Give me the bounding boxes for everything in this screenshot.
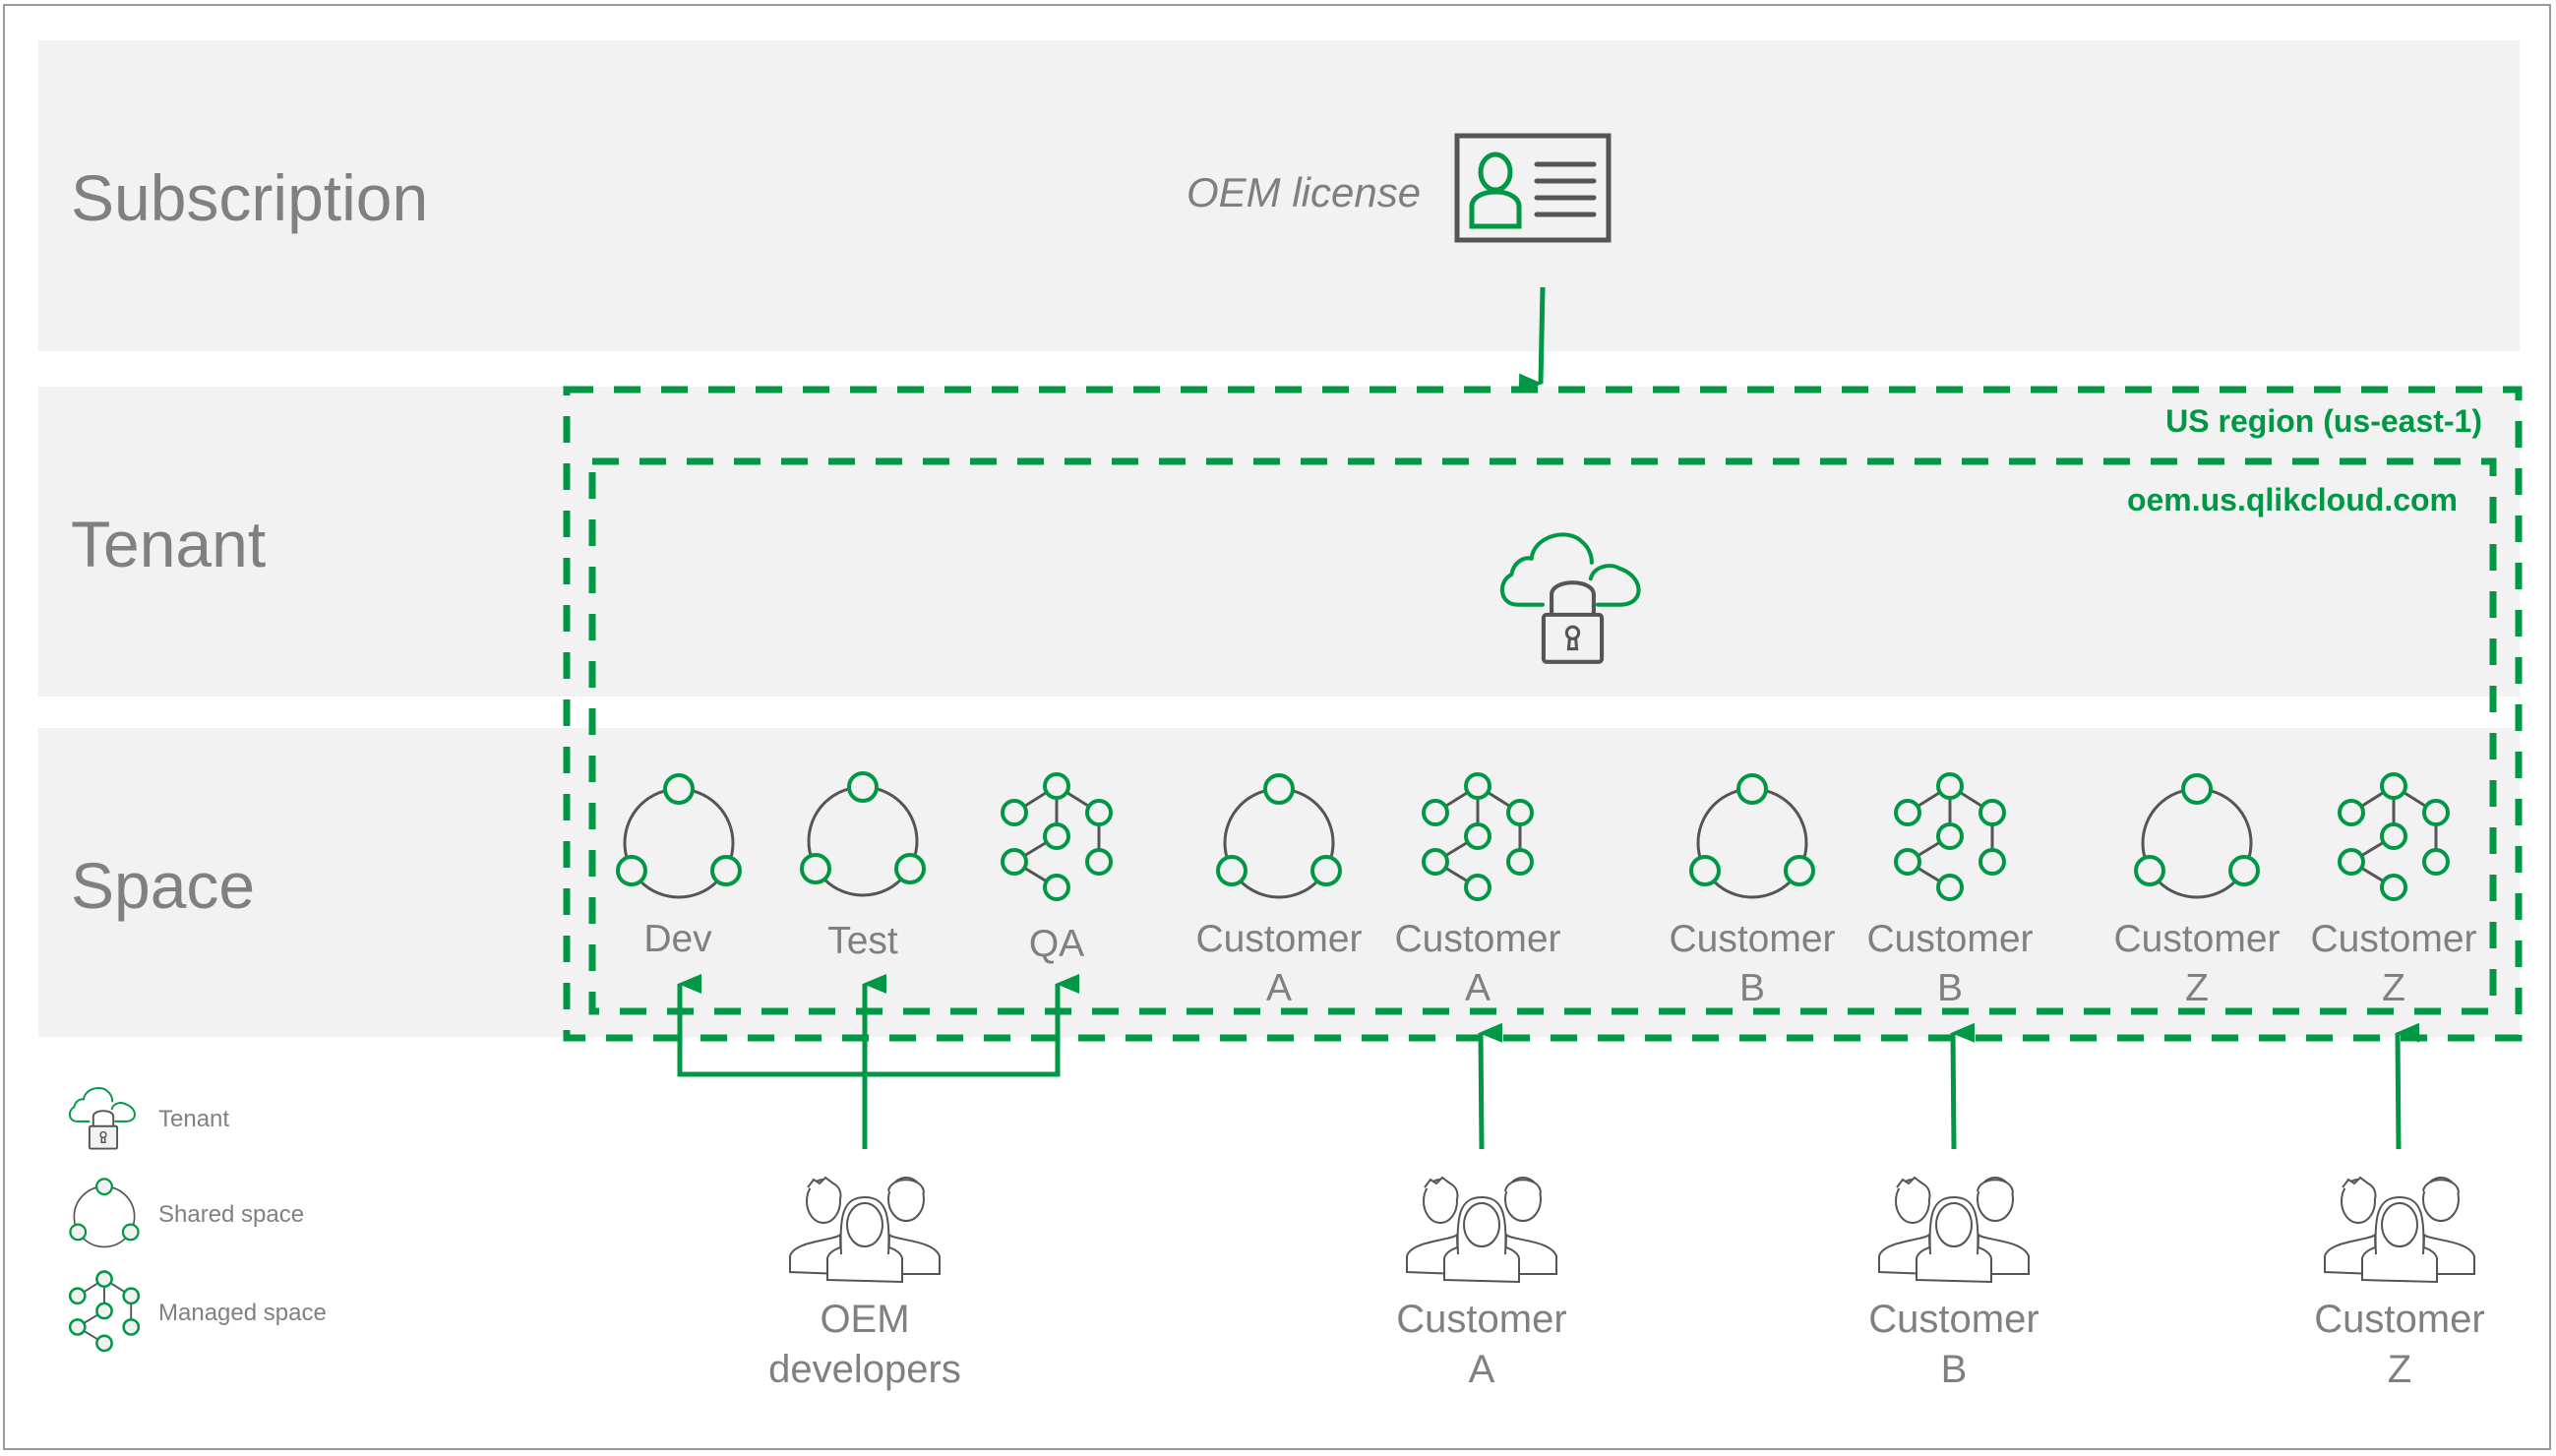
managed-space-icon xyxy=(2335,771,2453,909)
managed-space-icon xyxy=(1419,771,1537,909)
space-label-line2: A xyxy=(1464,967,1491,1009)
id-card-icon xyxy=(1454,133,1612,243)
users-group-icon xyxy=(2321,1176,2478,1284)
shared-space-icon xyxy=(1210,769,1348,907)
group-label-line1: OEM xyxy=(820,1298,910,1341)
space-label-line2: B xyxy=(1738,967,1765,1009)
space-label-line1: Customer xyxy=(2113,918,2281,960)
shared-space-icon xyxy=(1683,769,1821,907)
users-group-icon xyxy=(1403,1176,1560,1284)
space-label-line1: QA xyxy=(1028,923,1085,965)
cloud-lock-icon xyxy=(67,1084,140,1151)
group-label-line1: Customer xyxy=(1396,1298,1567,1341)
cloud-lock-icon xyxy=(1497,526,1648,667)
group-label-line2: B xyxy=(1940,1348,1968,1391)
shared-space-icon xyxy=(794,767,932,905)
tenant-band xyxy=(38,387,2520,697)
band-label-space: Space xyxy=(71,849,256,922)
group-label-line1: Customer xyxy=(2314,1298,2485,1341)
space-label-line2: Z xyxy=(2382,967,2405,1009)
legend-label: Tenant xyxy=(158,1106,230,1132)
space-label-line1: Customer xyxy=(1866,918,2034,960)
space-label-line2: A xyxy=(1265,967,1292,1009)
group-label-line2: developers xyxy=(768,1348,961,1391)
legend-label: Shared space xyxy=(158,1201,305,1228)
managed-space-icon xyxy=(1891,771,2009,909)
group-label-line1: Customer xyxy=(1868,1298,2039,1341)
users-group-icon xyxy=(786,1176,943,1284)
oem-license-label: OEM license xyxy=(1187,169,1422,215)
space-label-line1: Test xyxy=(827,920,898,962)
tenant-hostname: oem.us.qlikcloud.com xyxy=(2126,482,2458,517)
band-label-tenant: Tenant xyxy=(71,508,267,580)
shared-space-icon xyxy=(66,1176,143,1252)
managed-space-icon xyxy=(67,1269,142,1358)
shared-space-icon xyxy=(2128,769,2266,907)
group-label-line2: A xyxy=(1468,1348,1495,1391)
group-label-line2: Z xyxy=(2387,1348,2412,1391)
users-group-icon xyxy=(1875,1176,2033,1284)
legend-label: Managed space xyxy=(158,1300,327,1326)
managed-space-icon xyxy=(998,771,1116,909)
space-label-line2: B xyxy=(1936,967,1963,1009)
space-label-line1: Dev xyxy=(643,918,712,960)
space-label-line2: Z xyxy=(2185,967,2209,1009)
shared-space-icon xyxy=(610,769,748,907)
band-label-subscription: Subscription xyxy=(71,161,429,234)
space-label-line1: Customer xyxy=(1195,918,1363,960)
space-label-line1: Customer xyxy=(1394,918,1561,960)
region-label: US region (us-east-1) xyxy=(2165,403,2482,439)
space-label-line1: Customer xyxy=(1669,918,1836,960)
space-label-line1: Customer xyxy=(2310,918,2477,960)
